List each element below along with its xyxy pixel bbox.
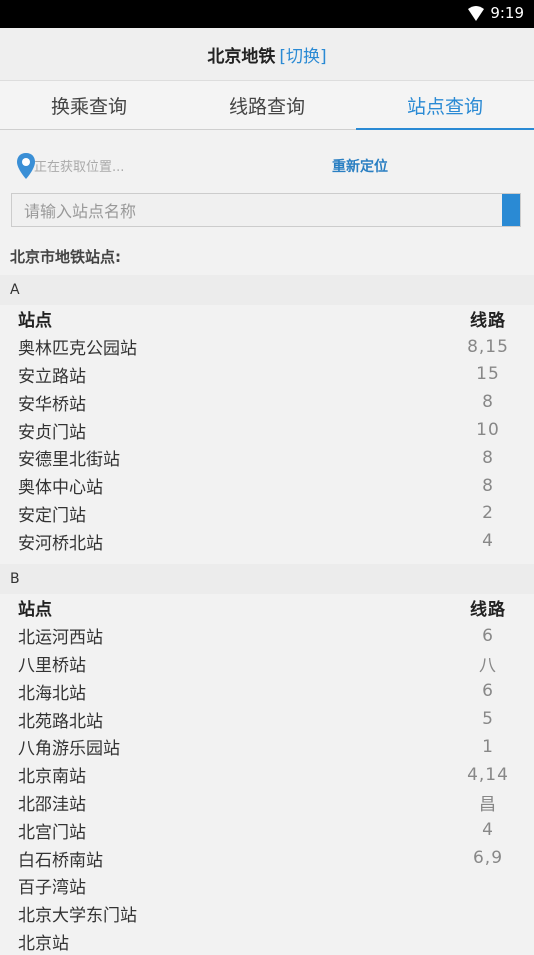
station-row[interactable]: 北宫门站 4	[0, 816, 534, 844]
switch-city-link[interactable]: [切换]	[279, 42, 326, 67]
station-lines: 八	[479, 655, 497, 676]
station-name: 八里桥站	[18, 655, 86, 676]
station-name: 安河桥北站	[18, 533, 103, 554]
station-row[interactable]: 北邵洼站 昌	[0, 789, 534, 817]
station-lines: 6	[482, 681, 494, 702]
station-search-input[interactable]	[12, 194, 506, 228]
station-row[interactable]: 安华桥站 8	[0, 388, 534, 416]
line-column-header: 线路	[470, 311, 506, 332]
station-name: 北苑路北站	[18, 711, 103, 732]
station-name: 奥林匹克公园站	[18, 339, 137, 360]
station-lines: 2	[482, 503, 494, 524]
station-lines: 5	[482, 709, 494, 730]
location-status: 正在获取位置...	[34, 160, 125, 175]
station-row[interactable]: 八里桥站 八	[0, 650, 534, 678]
station-lines: 8,15	[467, 336, 509, 357]
station-lines: 6	[482, 625, 494, 646]
station-name: 北邵洼站	[18, 794, 86, 815]
page-title: 北京地铁	[207, 46, 276, 67]
station-lines: 10	[476, 420, 500, 441]
station-lines: 15	[476, 364, 500, 385]
station-row[interactable]: 北京大学东门站	[0, 900, 534, 928]
station-row[interactable]: 八角游乐园站 1	[0, 733, 534, 761]
location-bar: 正在获取位置... 重新定位	[0, 130, 534, 192]
list-title: 北京市地铁站点:	[10, 248, 121, 266]
station-row[interactable]: 安定门站 2	[0, 500, 534, 528]
station-row[interactable]: 奥林匹克公园站 8,15	[0, 333, 534, 361]
station-lines: 8	[482, 392, 494, 413]
station-lines: 4	[482, 531, 494, 552]
station-row[interactable]: 北京南站 4,14	[0, 761, 534, 789]
station-row[interactable]: 安河桥北站 4	[0, 527, 534, 555]
station-row[interactable]: 安德里北街站 8	[0, 444, 534, 472]
station-name: 安德里北街站	[18, 450, 120, 471]
station-name: 八角游乐园站	[18, 739, 120, 760]
station-name: 安定门站	[18, 505, 86, 526]
group-letter: B	[0, 564, 534, 594]
station-name: 北京南站	[18, 767, 86, 788]
station-name: 北京大学东门站	[18, 906, 137, 927]
tab-transfer[interactable]: 换乘查询	[0, 81, 178, 129]
station-row[interactable]: 安立路站 15	[0, 361, 534, 389]
station-name: 奥体中心站	[18, 478, 103, 499]
station-name: 北海北站	[18, 683, 86, 704]
station-column-header: 站点	[18, 600, 52, 621]
station-name: 北运河西站	[18, 628, 103, 649]
station-row[interactable]: 百子湾站	[0, 872, 534, 900]
station-row[interactable]: 白石桥南站 6,9	[0, 844, 534, 872]
table-header: 站点 线路	[0, 594, 534, 622]
station-row[interactable]: 北苑路北站 5	[0, 705, 534, 733]
tab-station[interactable]: 站点查询	[356, 81, 534, 130]
station-lines: 昌	[479, 794, 497, 815]
station-name: 北宫门站	[18, 822, 86, 843]
station-row[interactable]: 北运河西站 6	[0, 622, 534, 650]
station-lines: 4,14	[467, 764, 509, 785]
line-column-header: 线路	[470, 600, 506, 621]
group-a: A 站点 线路 奥林匹克公园站 8,15 安立路站 15 安华桥站 8 安贞门站 10 …	[0, 275, 534, 556]
group-b: B 站点 线路 北运河西站 6 八里桥站 八 北海北站 6 北苑路北站 5 八角游乐园站…	[0, 564, 534, 955]
station-row[interactable]: 北京站	[0, 928, 534, 955]
station-name: 安华桥站	[18, 394, 86, 415]
station-lines: 1	[482, 736, 494, 757]
group-letter: A	[0, 275, 534, 305]
search-box	[11, 193, 521, 228]
station-column-header: 站点	[18, 311, 52, 332]
search-button[interactable]	[502, 194, 520, 226]
station-name: 安立路站	[18, 366, 86, 387]
station-lines: 6,9	[472, 848, 504, 869]
station-name: 北京站	[18, 933, 69, 954]
wifi-icon	[468, 6, 484, 21]
title-bar: 北京地铁 [切换]	[0, 28, 534, 81]
station-name: 白石桥南站	[18, 850, 103, 871]
relocate-button[interactable]: 重新定位	[332, 156, 388, 176]
station-lines: 4	[482, 820, 494, 841]
tab-line[interactable]: 线路查询	[178, 81, 356, 129]
status-bar: 9:19	[0, 0, 534, 28]
station-name: 安贞门站	[18, 422, 86, 443]
location-pin-icon	[17, 153, 35, 179]
table-header: 站点 线路	[0, 305, 534, 333]
station-lines: 8	[482, 475, 494, 496]
station-row[interactable]: 奥体中心站 8	[0, 472, 534, 500]
station-name: 百子湾站	[18, 878, 86, 899]
station-row[interactable]: 安贞门站 10	[0, 416, 534, 444]
tab-bar: 换乘查询 线路查询 站点查询	[0, 81, 534, 130]
status-time: 9:19	[490, 4, 524, 22]
station-lines: 8	[482, 447, 494, 468]
station-row[interactable]: 北海北站 6	[0, 677, 534, 705]
